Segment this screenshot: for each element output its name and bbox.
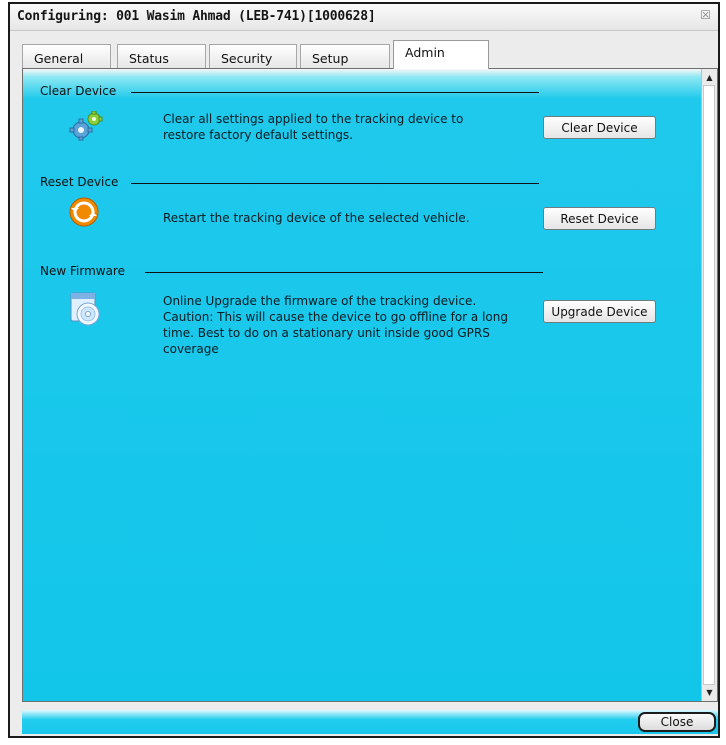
- tab-setup[interactable]: Setup: [300, 44, 390, 68]
- clear-device-button[interactable]: Clear Device: [543, 116, 656, 139]
- new-firmware-section-label: New Firmware: [40, 264, 125, 278]
- reset-device-description: Restart the tracking device of the selec…: [163, 211, 470, 225]
- tab-status[interactable]: Status: [117, 44, 206, 68]
- reset-device-section-label: Reset Device: [40, 175, 119, 189]
- gears-icon: [69, 110, 103, 144]
- title-bar[interactable]: Configuring: 001 Wasim Ahmad (LEB-741)[1…: [10, 4, 718, 31]
- clear-device-section-label: Clear Device: [40, 84, 117, 98]
- tab-security[interactable]: Security: [209, 44, 297, 68]
- firmware-disc-icon: [69, 291, 103, 330]
- vertical-scrollbar[interactable]: ▲ ▼: [701, 69, 717, 701]
- upgrade-device-button[interactable]: Upgrade Device: [543, 300, 656, 323]
- close-button[interactable]: Close: [638, 712, 716, 732]
- new-firmware-description: Online Upgrade the firmware of the track…: [163, 294, 508, 356]
- restart-icon: [69, 197, 99, 230]
- admin-panel: Clear Device Clear all settings applied …: [22, 68, 718, 702]
- clear-device-description: Clear all settings applied to the tracki…: [163, 112, 464, 142]
- reset-device-button[interactable]: Reset Device: [543, 207, 656, 230]
- tab-strip: General Status Security Setup Admin: [22, 40, 542, 69]
- scroll-down-icon[interactable]: ▼: [702, 685, 717, 700]
- admin-content: Clear Device Clear all settings applied …: [23, 69, 702, 701]
- tab-general[interactable]: General: [22, 44, 111, 68]
- tab-admin[interactable]: Admin: [393, 40, 489, 69]
- new-firmware-divider: [145, 272, 543, 273]
- window-close-icon[interactable]: ☒: [700, 8, 711, 22]
- reset-device-divider: [131, 183, 539, 184]
- dialog-footer: Close: [22, 710, 718, 734]
- scroll-thumb[interactable]: [703, 85, 715, 685]
- clear-device-divider: [131, 92, 539, 93]
- scroll-up-icon[interactable]: ▲: [702, 70, 717, 85]
- configuration-dialog: Configuring: 001 Wasim Ahmad (LEB-741)[1…: [8, 2, 720, 738]
- window-title: Configuring: 001 Wasim Ahmad (LEB-741)[1…: [17, 9, 376, 24]
